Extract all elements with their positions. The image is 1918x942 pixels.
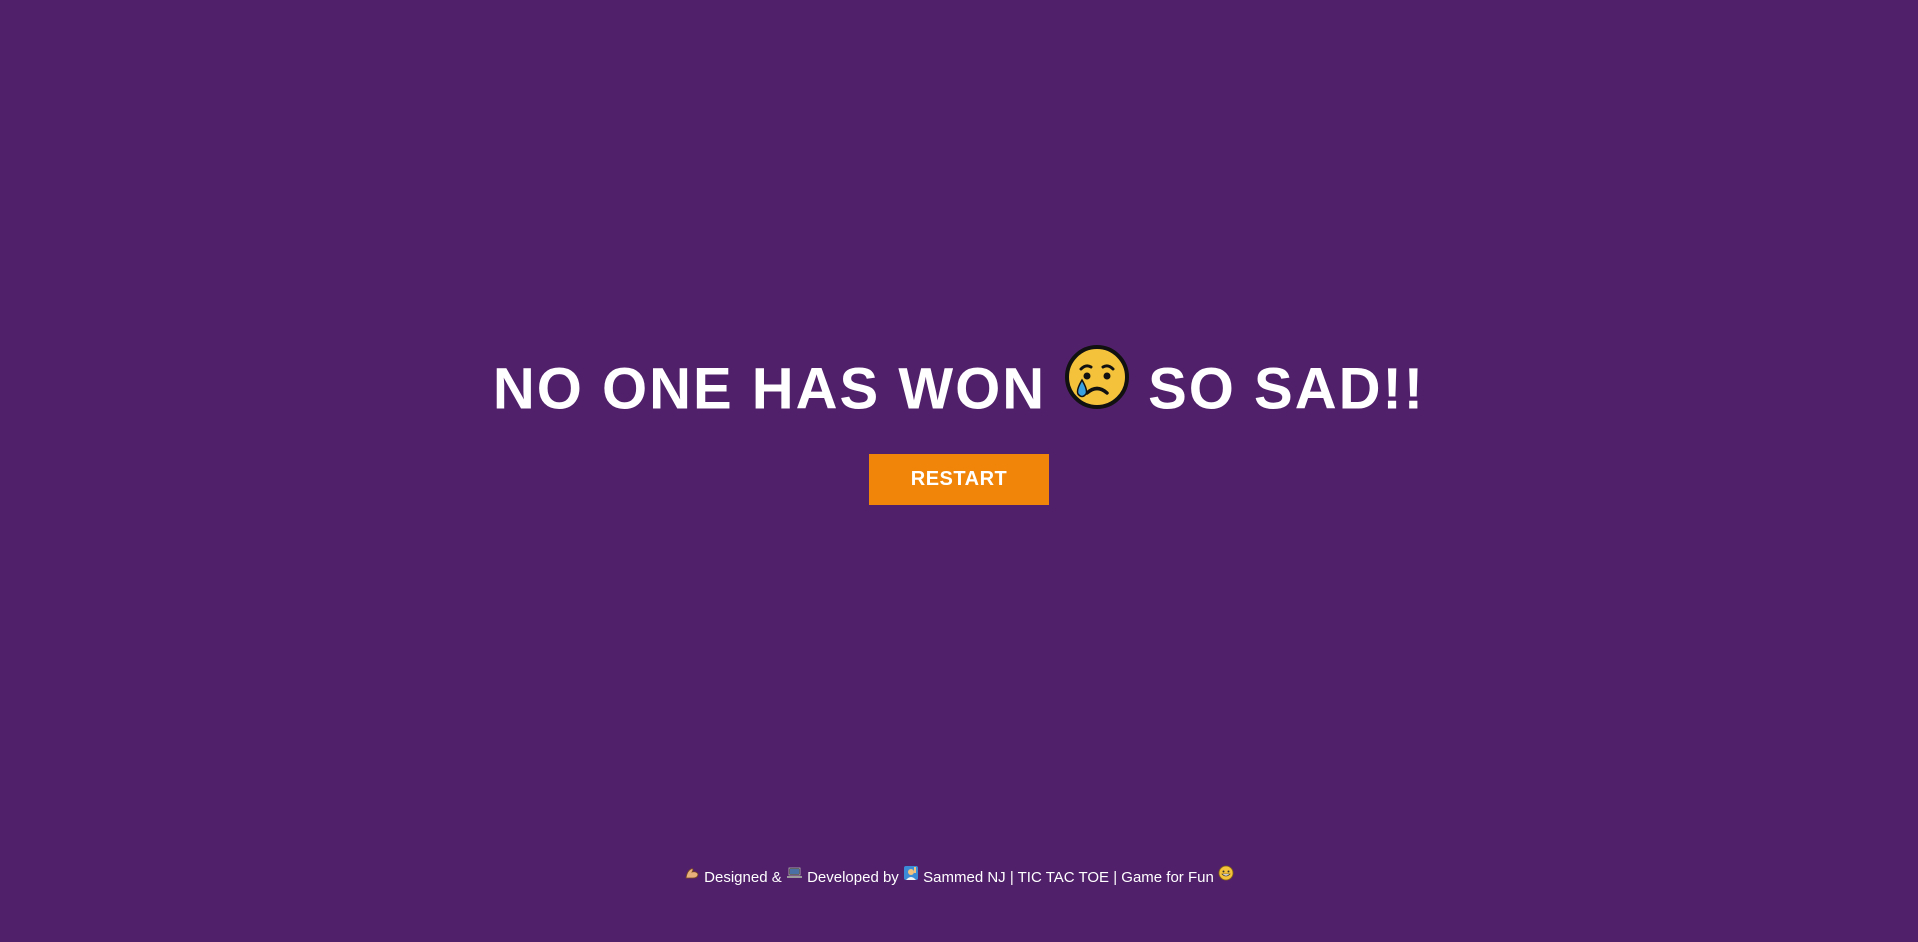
- result-title: NO ONE HAS WON SO SAD!!: [0, 345, 1918, 428]
- restart-button[interactable]: RESTART: [869, 454, 1049, 505]
- laptop-icon: [786, 865, 803, 889]
- button-row: RESTART: [0, 454, 1918, 505]
- footer: Designed & Developed by Sammed NJ | TIC …: [0, 865, 1918, 890]
- result-section: NO ONE HAS WON SO SAD!! RESTART: [0, 345, 1918, 505]
- result-text-before: NO ONE HAS WON: [492, 356, 1047, 422]
- person-raising-hand-icon: [903, 865, 919, 889]
- footer-author: Sammed NJ | TIC TAC TOE | Game for Fun: [923, 869, 1214, 887]
- grinning-face-icon: [1218, 865, 1234, 889]
- result-text-after: SO SAD!!: [1148, 356, 1426, 422]
- footer-designed: Designed &: [704, 869, 782, 887]
- flexed-biceps-icon: [684, 865, 700, 889]
- footer-developed: Developed by: [807, 869, 899, 887]
- crying-face-icon: [1064, 344, 1130, 430]
